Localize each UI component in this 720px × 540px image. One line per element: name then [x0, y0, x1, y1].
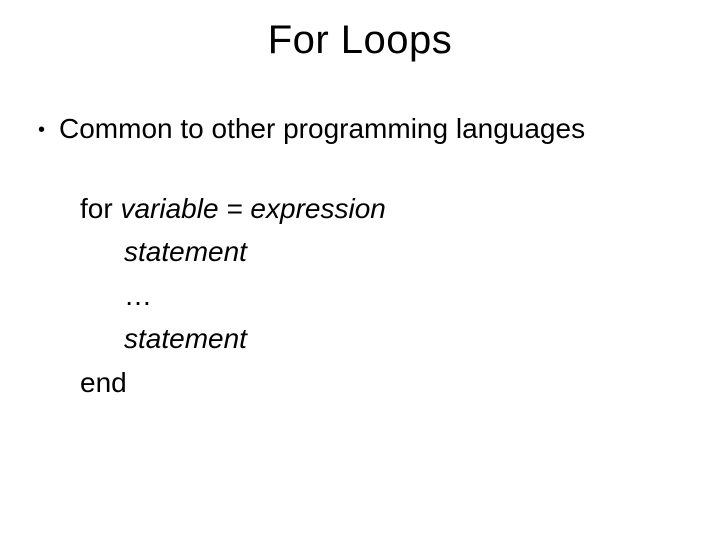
bullet-text: Common to other programming languages [59, 113, 585, 145]
for-variable-expression: variable = expression [120, 193, 385, 224]
slide-title: For Loops [32, 18, 688, 63]
syntax-line-1: for variable = expression [80, 187, 688, 230]
bullet-dot-icon: • [38, 113, 45, 147]
syntax-block: for variable = expression statement … st… [80, 187, 688, 404]
bullet-item: • Common to other programming languages [38, 113, 688, 147]
syntax-line-3: … [124, 274, 688, 317]
slide-container: For Loops • Common to other programming … [0, 0, 720, 540]
syntax-line-5: end [80, 361, 688, 404]
syntax-line-4: statement [124, 317, 688, 360]
for-keyword: for [80, 193, 120, 224]
syntax-line-2: statement [124, 230, 688, 273]
